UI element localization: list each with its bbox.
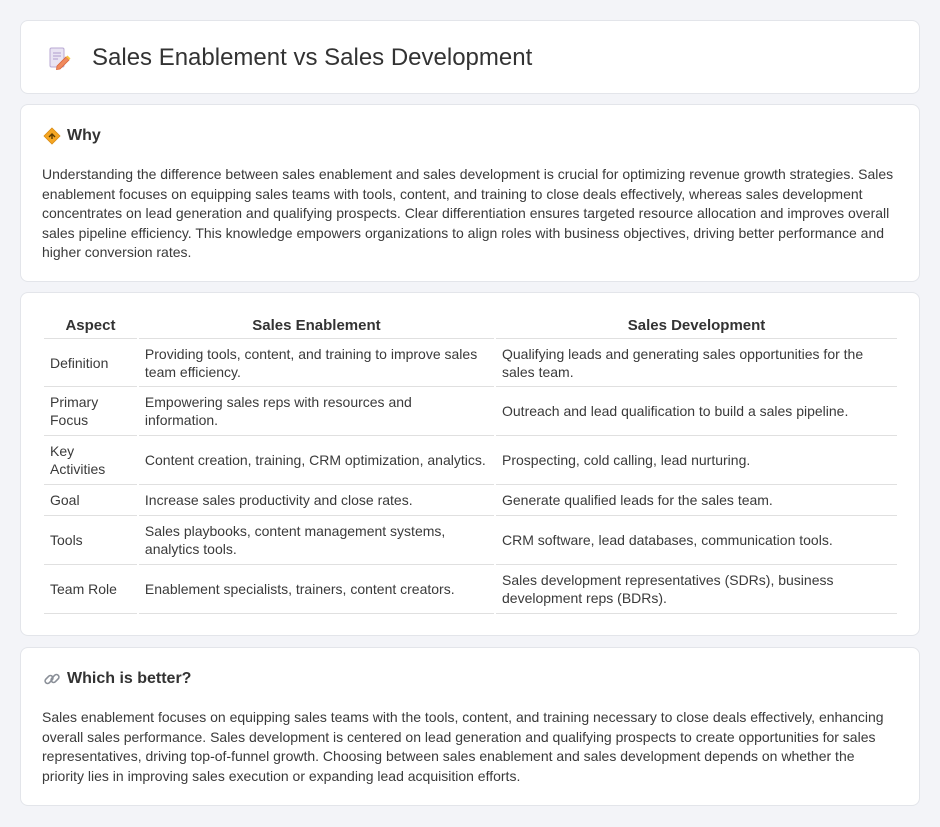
comparison-card: Aspect Sales Enablement Sales Developmen… — [20, 292, 920, 636]
enablement-cell: Content creation, training, CRM optimiza… — [138, 436, 494, 485]
header-sales-development: Sales Development — [496, 309, 897, 339]
why-section: Why Understanding the difference between… — [20, 104, 920, 282]
table-row: Primary Focus Empowering sales reps with… — [44, 387, 897, 436]
aspect-cell: Tools — [44, 516, 137, 565]
table-row: Definition Providing tools, content, and… — [44, 339, 897, 387]
enablement-cell: Sales playbooks, content management syst… — [138, 516, 494, 565]
enablement-cell: Empowering sales reps with resources and… — [138, 387, 494, 436]
table-row: Team Role Enablement specialists, traine… — [44, 565, 897, 614]
table-row: Key Activities Content creation, trainin… — [44, 436, 897, 485]
enablement-cell: Providing tools, content, and training t… — [138, 339, 494, 387]
development-cell: Prospecting, cold calling, lead nurturin… — [496, 436, 897, 485]
why-heading-row: Why — [43, 125, 101, 147]
aspect-cell: Key Activities — [44, 436, 137, 485]
table-row: Goal Increase sales productivity and clo… — [44, 485, 897, 516]
which-is-better-section: Which is better? Sales enablement focuse… — [20, 647, 920, 806]
development-cell: Generate qualified leads for the sales t… — [496, 485, 897, 516]
page-title: Sales Enablement vs Sales Development — [92, 44, 533, 71]
aspect-cell: Goal — [44, 485, 137, 516]
aspect-cell: Primary Focus — [44, 387, 137, 436]
better-heading: Which is better? — [67, 670, 192, 687]
title-card: Sales Enablement vs Sales Development — [20, 20, 920, 94]
header-sales-enablement: Sales Enablement — [138, 309, 494, 339]
aspect-cell: Definition — [44, 339, 137, 387]
enablement-cell: Increase sales productivity and close ra… — [138, 485, 494, 516]
development-cell: Sales development representatives (SDRs)… — [496, 565, 897, 614]
development-cell: Qualifying leads and generating sales op… — [496, 339, 897, 387]
better-heading-row: Which is better? — [43, 668, 191, 690]
comparison-table: Aspect Sales Enablement Sales Developmen… — [42, 309, 899, 614]
enablement-cell: Enablement specialists, trainers, conten… — [138, 565, 494, 614]
development-cell: CRM software, lead databases, communicat… — [496, 516, 897, 565]
better-text: Sales enablement focuses on equipping sa… — [42, 709, 884, 784]
header-aspect: Aspect — [44, 309, 137, 339]
table-row: Tools Sales playbooks, content managemen… — [44, 516, 897, 565]
diamond-sign-icon — [43, 127, 61, 145]
document-pen-icon — [47, 46, 71, 70]
why-heading: Why — [67, 127, 101, 144]
aspect-cell: Team Role — [44, 565, 137, 614]
why-text: Understanding the difference between sal… — [42, 166, 894, 261]
table-header-row: Aspect Sales Enablement Sales Developmen… — [44, 309, 897, 339]
development-cell: Outreach and lead qualification to build… — [496, 387, 897, 436]
link-icon — [43, 670, 61, 688]
